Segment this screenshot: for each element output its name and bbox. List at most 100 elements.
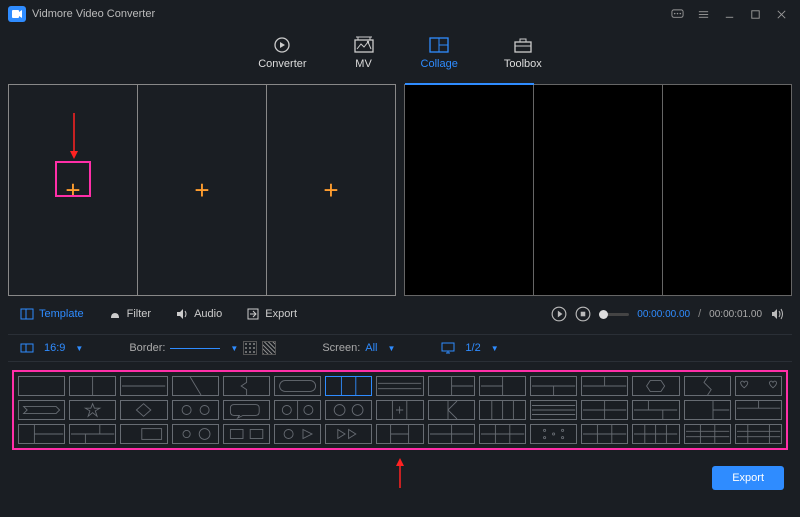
template-2x3[interactable] [479,424,526,444]
aspect-ratio-select[interactable]: 16:9 ▼ [20,341,83,355]
collage-edit-pane: + + + [8,84,396,296]
border-width-select[interactable]: ▼ [170,344,238,353]
template-1x3-active[interactable] [325,376,372,396]
caret-down-icon: ▼ [491,344,499,353]
template-1x2[interactable] [69,376,116,396]
collage-icon [428,36,450,54]
progress-bar[interactable] [599,313,630,316]
template-t-shape-2[interactable] [581,376,628,396]
border-control: Border: ▼ [129,341,276,355]
stop-button[interactable] [575,306,591,322]
template-3x2[interactable] [581,424,628,444]
template-circles-row[interactable] [274,400,321,420]
template-top2[interactable] [735,400,782,420]
template-ovals[interactable] [325,400,372,420]
collage-cell-3[interactable]: + [267,85,395,295]
tab-export[interactable]: Export [234,307,309,321]
play-button[interactable] [551,306,567,322]
app-title: Vidmore Video Converter [32,8,662,20]
screen-label: Screen: [322,342,360,354]
template-2x2[interactable] [581,400,628,420]
converter-icon [271,36,293,54]
template-2rect[interactable] [223,424,270,444]
template-offset2[interactable] [69,424,116,444]
template-2x1[interactable] [120,376,167,396]
template-2x2b[interactable] [428,424,475,444]
export-button[interactable]: Export [712,466,784,490]
template-2circ-b[interactable] [172,424,219,444]
tab-audio[interactable]: Audio [163,307,234,321]
template-offset[interactable] [632,400,679,420]
template-2circ[interactable] [172,400,219,420]
arrow-annotation-icon [69,113,79,161]
template-4x1[interactable] [530,400,577,420]
tab-template-label: Template [39,308,84,320]
template-plus-tile[interactable] [376,400,423,420]
preview-ratio-select[interactable]: 1/2 ▼ [441,341,498,355]
template-3col-mid[interactable] [376,424,423,444]
template-banner[interactable] [18,400,65,420]
template-bubble[interactable] [223,400,270,420]
tab-template[interactable]: Template [8,307,96,321]
preview-cell-1 [405,85,534,295]
template-star[interactable] [69,400,116,420]
tab-filter-label: Filter [127,308,151,320]
screen-select[interactable]: All ▼ [365,342,395,354]
nav-toolbox-label: Toolbox [504,58,542,70]
template-grid-complex2[interactable] [735,424,782,444]
close-button[interactable] [770,3,792,25]
caret-down-icon: ▼ [388,344,396,353]
template-3x1[interactable] [376,376,423,396]
monitor-icon [441,341,455,355]
template-hex[interactable] [632,376,679,396]
template-hearts[interactable] [735,376,782,396]
template-dots4[interactable] [530,424,577,444]
volume-icon[interactable] [770,307,784,321]
nav-collage[interactable]: Collage [421,36,458,70]
add-media-icon[interactable]: + [194,175,209,206]
template-arrow-l[interactable] [428,400,475,420]
template-t-shape[interactable] [530,376,577,396]
nav-collage-label: Collage [421,58,458,70]
template-grid-complex[interactable] [684,424,731,444]
template-circ-play[interactable] [274,424,321,444]
nav-converter[interactable]: Converter [258,36,306,70]
template-tri-l[interactable] [18,424,65,444]
template-inset[interactable] [120,424,167,444]
template-side3[interactable] [684,400,731,420]
title-bar: Vidmore Video Converter [0,0,800,28]
caret-down-icon: ▼ [230,344,238,353]
collage-cell-1[interactable]: + [9,85,138,295]
template-zigzag[interactable] [684,376,731,396]
progress-thumb[interactable] [599,310,608,319]
template-l-shape-2[interactable] [479,376,526,396]
menu-icon[interactable] [692,3,714,25]
tab-export-label: Export [265,308,297,320]
caret-down-icon: ▼ [75,344,83,353]
template-1x4[interactable] [479,400,526,420]
collage-cell-2[interactable]: + [138,85,267,295]
template-l-shape[interactable] [428,376,475,396]
toolbox-icon [512,36,534,54]
add-media-icon[interactable]: + [323,175,338,206]
minimize-button[interactable] [718,3,740,25]
template-diag[interactable] [172,376,219,396]
template-4x2[interactable] [632,424,679,444]
template-notch-l[interactable] [223,376,270,396]
template-diamond[interactable] [120,400,167,420]
template-fwd[interactable] [325,424,372,444]
nav-toolbox[interactable]: Toolbox [504,36,542,70]
border-label: Border: [129,342,165,354]
border-style-picker[interactable] [262,341,276,355]
nav-mv[interactable]: MV [353,36,375,70]
arrow-annotation-icon [395,458,405,490]
template-icon [20,307,34,321]
template-1x1[interactable] [18,376,65,396]
app-logo-icon [8,6,26,22]
border-color-picker[interactable] [243,341,257,355]
template-rounded[interactable] [274,376,321,396]
maximize-button[interactable] [744,3,766,25]
template-grid-highlight [12,370,788,450]
feedback-icon[interactable] [666,3,688,25]
tab-filter[interactable]: Filter [96,307,163,321]
